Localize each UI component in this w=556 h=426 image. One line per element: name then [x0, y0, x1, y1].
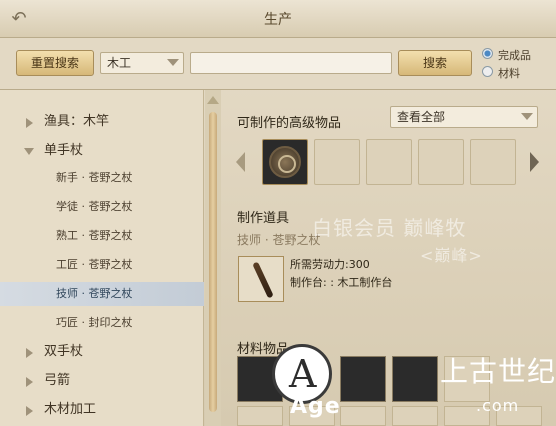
window-title: 生产 — [264, 12, 292, 28]
material-slot[interactable] — [392, 406, 438, 426]
radio-on-icon — [482, 48, 493, 59]
tree-scrollbar[interactable] — [205, 90, 221, 426]
subitem-craftsman[interactable]: 工匠 · 苍野之杖 — [0, 253, 204, 277]
chevron-down-icon — [521, 113, 533, 120]
toolbar: 重置搜索 木工 搜索 完成品 材料 — [0, 38, 556, 90]
site-watermark: Age — [290, 394, 341, 419]
subitem-label: 巧匠 · 封印之杖 — [56, 316, 133, 329]
coin-icon — [269, 146, 301, 178]
scroll-thumb[interactable] — [209, 112, 217, 412]
subitem-label: 工匠 · 苍野之杖 — [56, 258, 133, 271]
material-slot[interactable] — [340, 406, 386, 426]
radio-finished-label: 完成品 — [498, 49, 531, 62]
chevron-down-icon — [167, 59, 179, 66]
advanced-items-heading: 可制作的高级物品 — [237, 116, 342, 131]
vip-watermark: 白银会员 巅峰牧 — [312, 216, 467, 240]
subitem-artisan[interactable]: 巧匠 · 封印之杖 — [0, 311, 204, 335]
view-filter-value: 查看全部 — [397, 110, 446, 124]
search-button[interactable]: 搜索 — [398, 50, 472, 76]
tree-item-two-hand-staff[interactable]: 双手杖 — [0, 340, 204, 364]
material-slot[interactable] — [237, 406, 283, 426]
subitem-label: 新手 · 苍野之杖 — [56, 171, 133, 184]
workbench-requirement: 制作台: : 木工制作台 — [290, 276, 393, 289]
item-slot[interactable] — [314, 139, 360, 185]
tree-item-label: 弓箭 — [44, 373, 71, 388]
tool-slot[interactable] — [238, 256, 284, 302]
chevron-right-icon — [26, 406, 33, 416]
tool-name: 技师 · 苍野之杖 — [237, 233, 321, 247]
chevron-right-icon — [26, 377, 33, 387]
advanced-items-row — [232, 139, 546, 187]
view-filter-select[interactable]: 查看全部 — [390, 106, 538, 128]
item-slot[interactable] — [262, 139, 308, 185]
tree-item-one-hand-staff[interactable]: 单手杖 — [0, 139, 204, 163]
reset-search-button[interactable]: 重置搜索 — [16, 50, 94, 76]
vip-sub-watermark: <巅峰> — [420, 246, 483, 265]
tool-heading: 制作道具 — [237, 211, 290, 226]
radio-off-icon — [482, 66, 493, 77]
labor-requirement: 所需劳动力:300 — [290, 258, 370, 271]
tree-item-lumber[interactable]: 木材加工 — [0, 398, 204, 422]
scroll-up-icon[interactable] — [207, 96, 219, 104]
category-tree: 渔具：木竿 单手杖 新手 · 苍野之杖 学徒 · 苍野之杖 熟工 · 苍野之杖 … — [0, 90, 204, 426]
tree-item-bow[interactable]: 弓箭 — [0, 369, 204, 393]
site-cn-watermark: 上古世纪 — [440, 355, 556, 388]
subitem-apprentice[interactable]: 学徒 · 苍野之杖 — [0, 195, 204, 219]
category-select[interactable]: 木工 — [100, 52, 184, 74]
tree-item-label: 双手杖 — [44, 344, 84, 359]
item-slot[interactable] — [366, 139, 412, 185]
item-slot[interactable] — [470, 139, 516, 185]
title-bar: ↶ 生产 — [0, 0, 556, 38]
material-slot[interactable] — [392, 356, 438, 402]
subitem-label: 熟工 · 苍野之杖 — [56, 229, 133, 242]
staff-icon — [252, 261, 274, 299]
tree-item-label: 渔具：木竿 — [44, 114, 110, 129]
subitem-novice[interactable]: 新手 · 苍野之杖 — [0, 166, 204, 190]
search-input[interactable] — [190, 52, 392, 74]
material-slot[interactable] — [340, 356, 386, 402]
tree-item-label: 木材加工 — [44, 402, 97, 417]
subitem-label: 技师 · 苍野之杖 — [56, 287, 133, 300]
tree-item-fishing-rod[interactable]: 渔具：木竿 — [0, 110, 204, 134]
item-slot[interactable] — [418, 139, 464, 185]
subitem-technician[interactable]: 技师 · 苍野之杖 — [0, 282, 204, 306]
tree-item-label: 单手杖 — [44, 143, 84, 158]
chevron-right-icon — [26, 118, 33, 128]
radio-material-label: 材料 — [498, 67, 520, 80]
category-select-value: 木工 — [107, 56, 132, 70]
subitem-skilled[interactable]: 熟工 · 苍野之杖 — [0, 224, 204, 248]
site-suffix: .com — [476, 396, 520, 415]
production-window: ↶ 生产 重置搜索 木工 搜索 完成品 材料 渔具：木竿 单手杖 新手 · 苍野… — [0, 0, 556, 426]
chevron-right-icon — [26, 348, 33, 358]
subitem-label: 学徒 · 苍野之杖 — [56, 200, 133, 213]
chevron-down-icon — [24, 148, 34, 155]
